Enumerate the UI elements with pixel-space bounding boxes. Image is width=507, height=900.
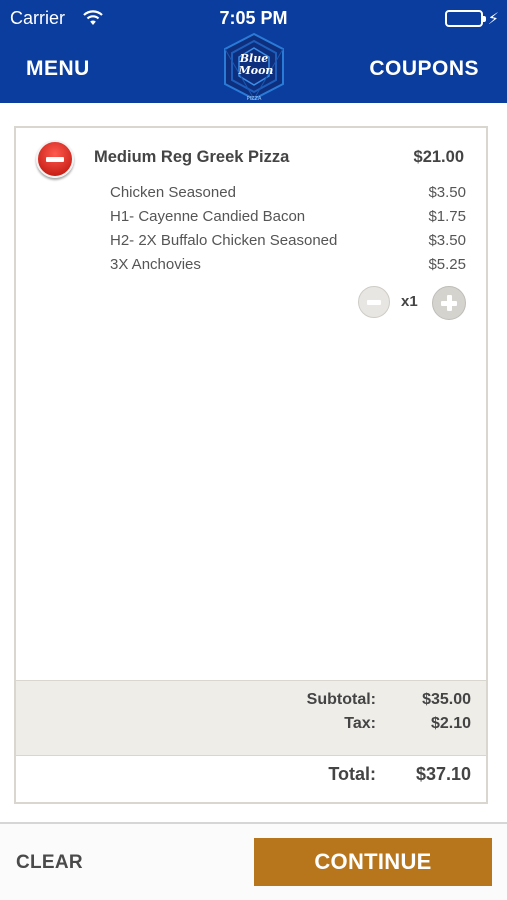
logo-text-pizza: PIZZA bbox=[247, 96, 262, 102]
continue-button[interactable]: CONTINUE bbox=[254, 838, 492, 886]
charging-bolt-icon: ⚡ bbox=[487, 11, 499, 28]
modifier-name: Chicken Seasoned bbox=[110, 184, 236, 201]
quantity-value: x1 bbox=[401, 293, 418, 310]
blue-moon-pizza-logo[interactable]: Blue Moon PIZZA bbox=[219, 32, 289, 102]
modifier-name: H1- Cayenne Candied Bacon bbox=[110, 208, 306, 225]
quantity-stepper: x1 bbox=[358, 286, 466, 320]
tax-value: $2.10 bbox=[430, 715, 471, 732]
remove-item-button[interactable] bbox=[36, 140, 74, 178]
status-bar: Carrier 7:05 PM ⚡ bbox=[0, 0, 507, 36]
coupons-button[interactable]: COUPONS bbox=[369, 57, 479, 81]
minus-icon bbox=[367, 300, 381, 305]
subtotal-value: $35.00 bbox=[422, 691, 471, 708]
bottom-action-bar: CLEAR CONTINUE bbox=[0, 822, 507, 900]
menu-button[interactable]: MENU bbox=[26, 57, 90, 81]
total-value: $37.10 bbox=[415, 764, 471, 784]
modifier-list: Chicken Seasoned $3.50 H1- Cayenne Candi… bbox=[110, 184, 466, 280]
modifier-name: 3X Anchovies bbox=[110, 256, 201, 273]
clock-time: 7:05 PM bbox=[219, 8, 288, 28]
modifier-row: Chicken Seasoned $3.50 bbox=[110, 184, 466, 208]
modifier-row: H2- 2X Buffalo Chicken Seasoned $3.50 bbox=[110, 232, 466, 256]
subtotal-row: Subtotal: $35.00 bbox=[16, 691, 486, 715]
cart-card: Medium Reg Greek Pizza $21.00 Chicken Se… bbox=[14, 126, 488, 804]
modifier-price: $3.50 bbox=[428, 184, 466, 201]
item-price: $21.00 bbox=[413, 148, 464, 166]
order-summary: Subtotal: $35.00 Tax: $2.10 bbox=[16, 680, 486, 756]
subtotal-label: Subtotal: bbox=[306, 691, 376, 708]
total-row: Total: $37.10 bbox=[16, 764, 486, 792]
modifier-price: $1.75 bbox=[428, 208, 466, 225]
battery-icon bbox=[445, 10, 486, 27]
plus-icon-vertical bbox=[447, 295, 452, 311]
logo-text-moon: Moon bbox=[238, 64, 274, 77]
modifier-price: $3.50 bbox=[428, 232, 466, 249]
decrease-quantity-button[interactable] bbox=[358, 286, 390, 318]
remove-minus-icon bbox=[46, 157, 64, 162]
total-label: Total: bbox=[328, 764, 376, 784]
modifier-price: $5.25 bbox=[428, 256, 466, 273]
clear-button[interactable]: CLEAR bbox=[16, 852, 83, 874]
item-name: Medium Reg Greek Pizza bbox=[94, 148, 290, 166]
app-header: Carrier 7:05 PM ⚡ MENU Blue Moon PIZZA C… bbox=[0, 0, 507, 103]
modifier-row: 3X Anchovies $5.25 bbox=[110, 256, 466, 280]
modifier-row: H1- Cayenne Candied Bacon $1.75 bbox=[110, 208, 466, 232]
increase-quantity-button[interactable] bbox=[432, 286, 466, 320]
tax-label: Tax: bbox=[344, 715, 376, 732]
tax-row: Tax: $2.10 bbox=[16, 715, 486, 739]
modifier-name: H2- 2X Buffalo Chicken Seasoned bbox=[110, 232, 338, 249]
